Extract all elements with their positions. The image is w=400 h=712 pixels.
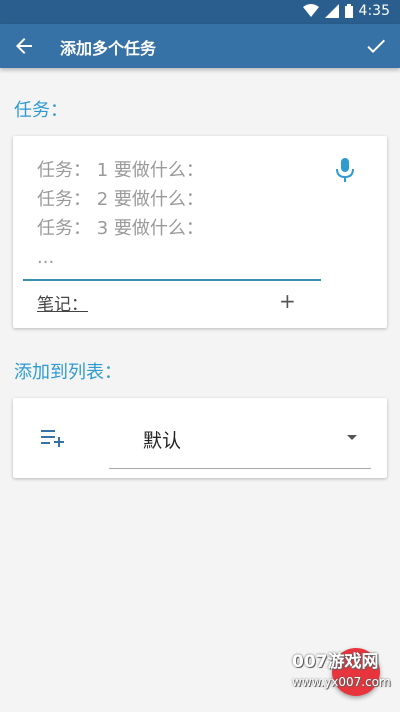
voice-input-button[interactable]: [333, 156, 357, 184]
status-time: 4:35: [358, 3, 390, 19]
app-bar: 添加多个任务: [0, 24, 400, 68]
watermark-url: www.yx007.com: [292, 675, 391, 689]
list-card: 默认: [13, 398, 387, 478]
tasks-input-underline: [23, 279, 321, 281]
task-line-3: 任务： 3 要做什么：: [37, 218, 204, 239]
task-line-more: ...: [37, 247, 55, 268]
add-note-button[interactable]: +: [279, 289, 296, 313]
status-bar: 4:35: [0, 0, 400, 24]
back-button[interactable]: [12, 34, 36, 58]
playlist-add-icon: [41, 428, 65, 448]
tasks-card: 任务： 1 要做什么： 任务： 2 要做什么： 任务： 3 要做什么： ... …: [13, 136, 387, 328]
battery-icon: [344, 4, 353, 18]
status-icons: 4:35: [302, 3, 390, 19]
signal-icon: [324, 4, 339, 18]
list-section-label: 添加到列表：: [14, 362, 122, 383]
list-select-underline: [109, 468, 371, 469]
page-title: 添加多个任务: [60, 39, 157, 58]
dropdown-arrow-icon: [347, 435, 357, 440]
tasks-section-label: 任务：: [14, 100, 68, 121]
check-icon: [367, 39, 385, 53]
save-button[interactable]: [364, 34, 388, 58]
task-line-2: 任务： 2 要做什么：: [37, 189, 204, 210]
task-line-1: 任务： 1 要做什么：: [37, 160, 204, 181]
watermark: 007游戏网 www.yx007.com: [292, 652, 400, 712]
microphone-icon: [336, 158, 354, 182]
notes-button[interactable]: 笔记：: [37, 290, 88, 315]
tasks-input[interactable]: 任务： 1 要做什么： 任务： 2 要做什么： 任务： 3 要做什么： ...: [37, 156, 204, 272]
list-select-value: 默认: [143, 430, 182, 452]
arrow-back-icon: [16, 38, 32, 54]
watermark-title: 007游戏网: [292, 652, 379, 672]
wifi-icon: [302, 4, 319, 17]
